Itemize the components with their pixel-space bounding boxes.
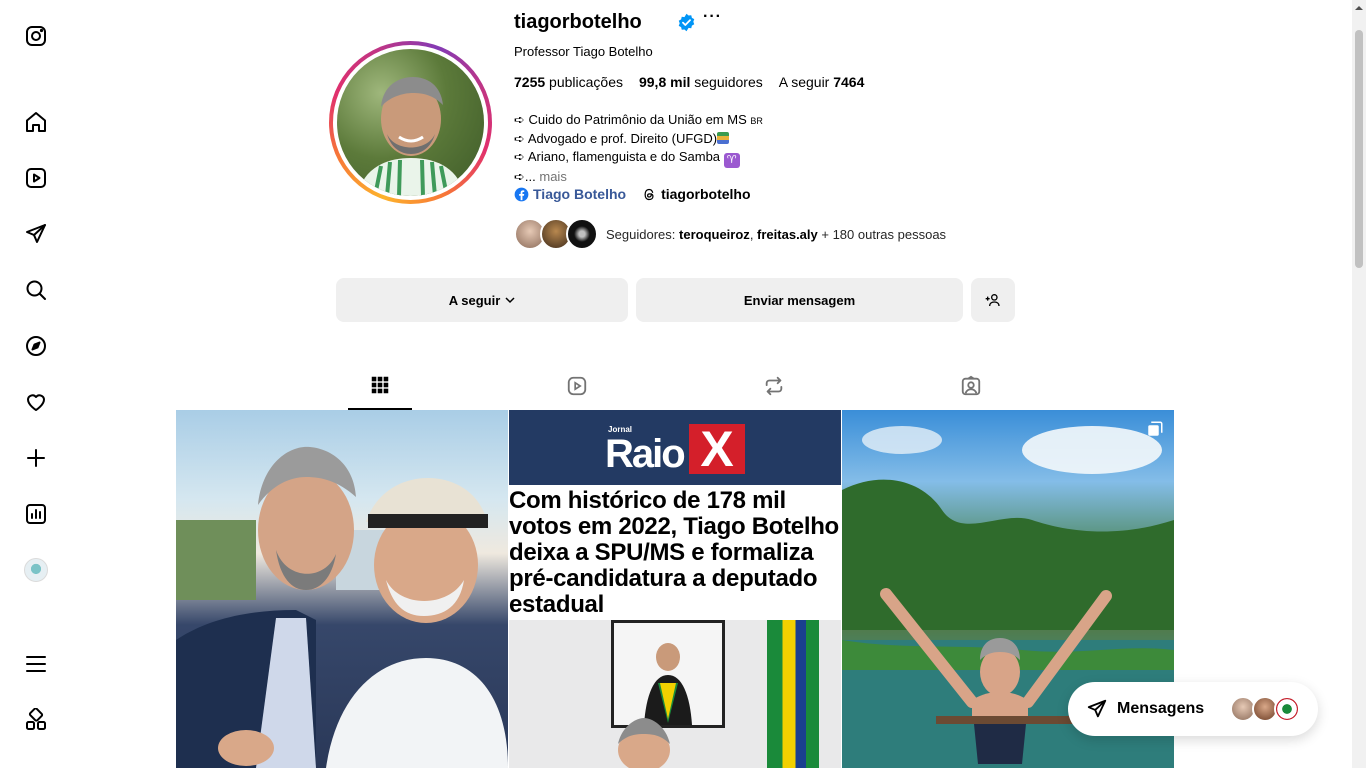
bio-arrow: ➪ bbox=[514, 112, 525, 127]
menu-icon[interactable] bbox=[22, 650, 50, 678]
reels-tab-icon bbox=[567, 376, 587, 396]
post-photo bbox=[176, 446, 508, 768]
explore-icon[interactable] bbox=[22, 332, 50, 360]
profile-stats: 7255 publicações 99,8 mil seguidores A s… bbox=[514, 74, 864, 90]
brazil-flag-icon: BR bbox=[750, 116, 763, 126]
newspaper-masthead: Jornal Raio X bbox=[509, 410, 841, 485]
aries-emoji-icon: ♈ bbox=[723, 153, 740, 168]
profile-links: Tiago Botelho tiagorbotelho bbox=[514, 186, 751, 202]
post-thumbnail[interactable]: Jornal Raio X Com histórico de 178 mil v… bbox=[509, 410, 841, 768]
mutual-followers-text: Seguidores: teroqueiroz, freitas.aly + 1… bbox=[606, 226, 947, 242]
profile-bio: ➪ Cuido do Patrimônio da União em MS BR … bbox=[514, 111, 763, 186]
mutual-follower-avatar bbox=[566, 218, 598, 250]
avatar-photo bbox=[337, 49, 484, 196]
profile-username: tiagorbotelho bbox=[514, 11, 642, 33]
threads-link[interactable]: tiagorbotelho bbox=[642, 186, 751, 202]
chevron-down-icon bbox=[505, 297, 515, 304]
bio-line: ➪ Ariano, flamenguista e do Samba ♈ bbox=[514, 148, 763, 168]
messages-bar[interactable]: Mensagens bbox=[1068, 682, 1318, 736]
bio-text: Cuido do Patrimônio da União em MS bbox=[528, 112, 747, 127]
threads-icon bbox=[644, 188, 654, 200]
more-options-button[interactable]: ··· bbox=[703, 8, 722, 26]
profile-full-name: Professor Tiago Botelho bbox=[514, 44, 653, 59]
reels-tab[interactable] bbox=[545, 362, 609, 410]
dashboard-icon[interactable] bbox=[22, 500, 50, 528]
repost-icon bbox=[765, 376, 783, 396]
bio-text: Ariano, flamenguista e do Samba bbox=[527, 149, 721, 164]
avatar-person-figure bbox=[357, 77, 465, 196]
tagged-tab[interactable] bbox=[939, 362, 1003, 410]
portrait-frame bbox=[611, 620, 725, 728]
avatar-border bbox=[333, 45, 488, 200]
suggest-users-button[interactable] bbox=[971, 278, 1015, 322]
instagram-logo-icon[interactable] bbox=[22, 22, 50, 50]
facebook-link[interactable]: Tiago Botelho bbox=[514, 186, 626, 202]
profile-tabs bbox=[176, 362, 1174, 410]
verified-badge-icon bbox=[678, 13, 695, 32]
scroll-up-icon[interactable] bbox=[1355, 4, 1363, 12]
profile-avatar[interactable] bbox=[329, 41, 492, 204]
following-count: 7464 bbox=[833, 74, 865, 90]
notifications-icon[interactable] bbox=[22, 388, 50, 416]
facebook-link-label: Tiago Botelho bbox=[533, 186, 627, 202]
mutual-followers[interactable]: Seguidores: teroqueiroz, freitas.aly + 1… bbox=[514, 218, 946, 250]
carousel-icon bbox=[1148, 421, 1163, 436]
mutual-followers-label: Seguidores: bbox=[606, 226, 676, 242]
threads-link-label: tiagorbotelho bbox=[661, 186, 751, 202]
posts-tab[interactable] bbox=[348, 362, 412, 410]
posts-count: 7255 bbox=[514, 74, 546, 90]
followers-stat[interactable]: 99,8 mil seguidores bbox=[639, 74, 763, 90]
facebook-icon bbox=[514, 187, 529, 201]
following-label: A seguir bbox=[778, 74, 830, 90]
home-icon[interactable] bbox=[22, 108, 50, 136]
bio-arrow: ➪ bbox=[514, 149, 525, 164]
sidebar bbox=[0, 0, 72, 768]
send-message-label: Enviar mensagem bbox=[743, 292, 856, 308]
followers-count: 99,8 mil bbox=[638, 74, 691, 90]
page-scrollbar[interactable] bbox=[1352, 0, 1366, 768]
tagged-icon bbox=[961, 375, 981, 396]
post-headline: Com histórico de 178 mil votos em 2022, … bbox=[509, 487, 839, 618]
direct-message-icon bbox=[1087, 699, 1107, 718]
direct-icon[interactable] bbox=[22, 220, 50, 248]
portrait-figure bbox=[644, 643, 692, 725]
bio-text: Advogado e prof. Direito (UFGD) bbox=[527, 131, 718, 146]
send-message-button[interactable]: Enviar mensagem bbox=[636, 278, 963, 322]
bio-more-link[interactable]: mais bbox=[539, 169, 566, 184]
bio-line: ➪... mais bbox=[514, 168, 763, 186]
mutual-followers-rest: + 180 outras pessoas bbox=[821, 226, 947, 242]
followers-label: seguidores bbox=[694, 74, 763, 90]
following-button[interactable]: A seguir bbox=[336, 278, 628, 322]
posts-label: publicações bbox=[549, 74, 623, 90]
bio-line: ➪ Advogado e prof. Direito (UFGD) bbox=[514, 130, 763, 148]
mutual-follower-name: teroqueiroz bbox=[679, 226, 750, 242]
bio-arrow: ➪ bbox=[514, 131, 525, 146]
reposts-tab[interactable] bbox=[742, 362, 806, 410]
profile-icon[interactable] bbox=[22, 556, 50, 584]
scroll-thumb[interactable] bbox=[1355, 30, 1363, 268]
posts-stat: 7255 publicações bbox=[514, 74, 623, 90]
brazil-flag bbox=[767, 620, 819, 768]
messages-label: Mensagens bbox=[1117, 700, 1205, 717]
grid-icon bbox=[371, 376, 389, 394]
add-user-icon bbox=[985, 294, 1000, 307]
post-thumbnail[interactable] bbox=[176, 410, 508, 768]
bio-arrow: ➪ bbox=[514, 169, 525, 184]
following-button-label: A seguir bbox=[448, 292, 501, 308]
also-from-meta-icon[interactable] bbox=[22, 706, 50, 734]
mutual-follower-name: freitas.aly bbox=[757, 226, 818, 242]
posts-grid: Jornal Raio X Com histórico de 178 mil v… bbox=[176, 410, 1174, 768]
masthead-raio: Raio bbox=[605, 432, 686, 476]
bio-ellipsis: ... bbox=[524, 169, 536, 184]
create-icon[interactable] bbox=[22, 444, 50, 472]
reels-icon[interactable] bbox=[22, 164, 50, 192]
post-photo bbox=[509, 620, 841, 768]
books-emoji-icon bbox=[717, 132, 730, 144]
search-icon[interactable] bbox=[22, 276, 50, 304]
bio-line: ➪ Cuido do Patrimônio da União em MS BR bbox=[514, 111, 763, 130]
message-contact-avatar bbox=[1274, 696, 1300, 722]
masthead-x: X bbox=[689, 424, 745, 474]
following-stat[interactable]: A seguir 7464 bbox=[779, 74, 865, 90]
person-figure bbox=[618, 718, 670, 768]
